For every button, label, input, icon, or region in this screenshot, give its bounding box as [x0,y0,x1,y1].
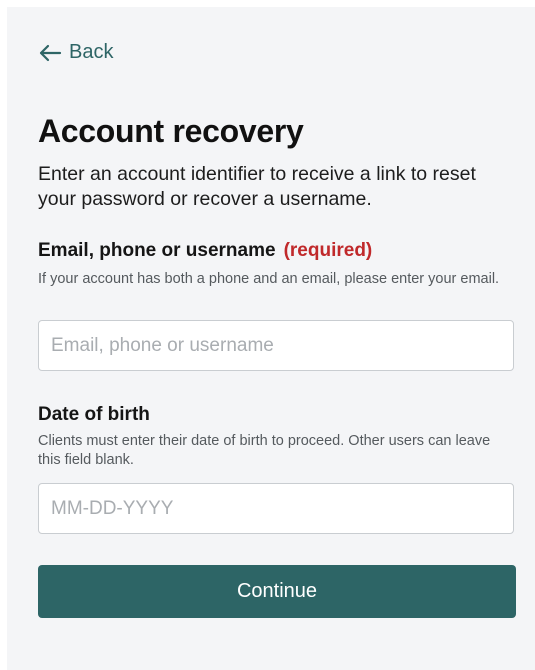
identifier-input[interactable] [38,320,514,371]
back-link[interactable]: Back [38,41,113,64]
page-title: Account recovery [38,113,304,149]
arrow-left-icon [39,44,62,61]
dob-input[interactable] [38,483,514,534]
identifier-label-text: Email, phone or username [38,240,276,261]
account-recovery-page: Back Account recovery Enter an account i… [7,7,535,670]
required-indicator: (required) [283,240,373,261]
identifier-help-text: If your account has both a phone and an … [38,271,500,287]
identifier-field-label: Email, phone or username (required) [38,240,372,262]
dob-field-label: Date of birth [38,404,150,425]
dob-help-text: Clients must enter their date of birth t… [38,433,491,468]
back-label: Back [69,41,114,63]
continue-button[interactable]: Continue [38,565,516,618]
page-description: Enter an account identifier to receive a… [38,163,476,210]
